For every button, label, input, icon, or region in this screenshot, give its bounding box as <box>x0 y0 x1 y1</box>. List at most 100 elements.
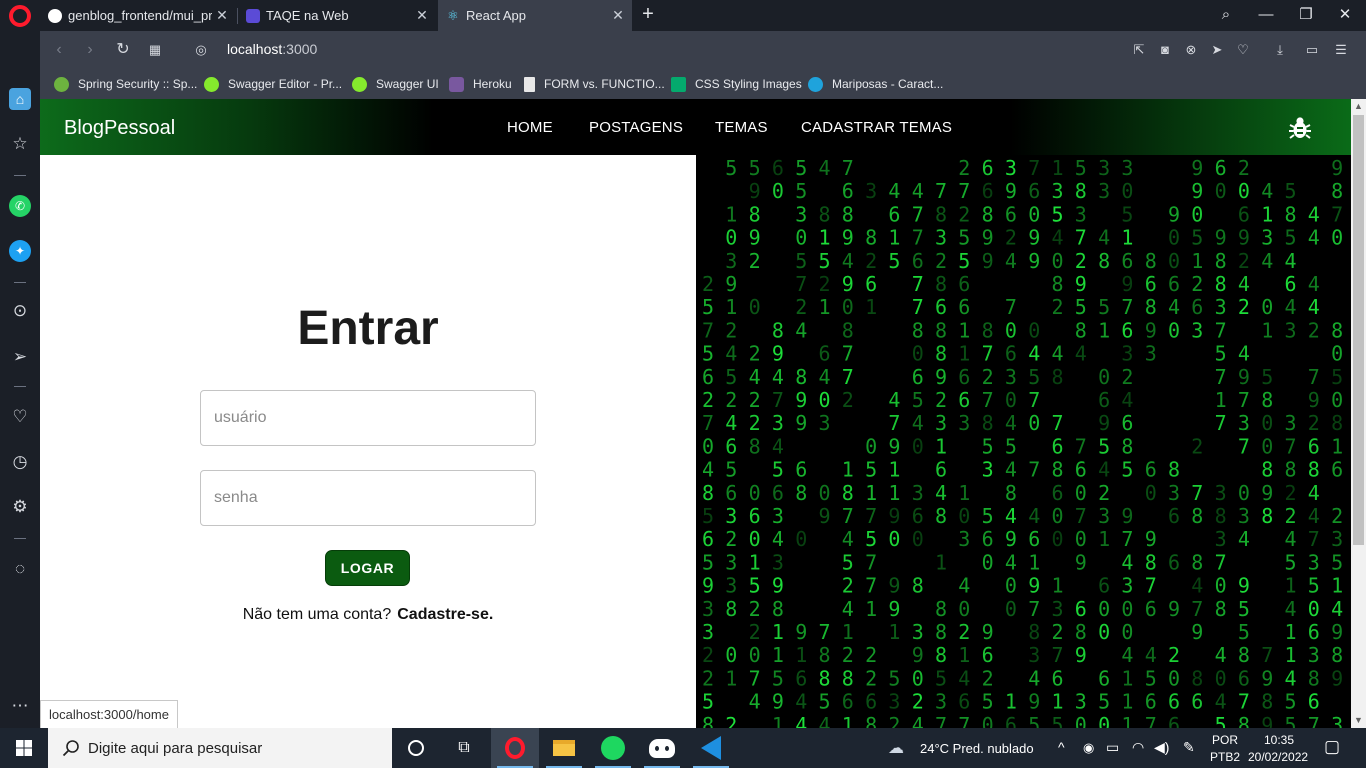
battery-icon[interactable]: ▭ <box>1106 739 1119 756</box>
svg-text:0: 0 <box>795 226 807 250</box>
svg-text:1: 1 <box>935 550 947 574</box>
bookmark-swagger-editor[interactable]: Swagger Editor - Pr... <box>204 75 342 93</box>
svg-text:4: 4 <box>935 481 947 505</box>
svg-text:0: 0 <box>819 481 831 505</box>
svg-text:9: 9 <box>1168 202 1180 226</box>
close-tab-icon[interactable]: ✕ <box>212 7 232 24</box>
tips-lightbulb-icon[interactable]: ◌ <box>9 558 31 580</box>
nav-postagens[interactable]: POSTAGENS <box>589 119 683 136</box>
task-view-icon[interactable]: ⧉ <box>440 728 488 768</box>
new-tab-button[interactable]: + <box>638 3 658 27</box>
player-icon[interactable]: ⊙ <box>9 300 31 322</box>
pen-workspace-icon[interactable]: ✎ <box>1183 739 1195 756</box>
site-info-globe-icon[interactable]: ◎ <box>190 39 212 61</box>
bookmark-spring-security[interactable]: Spring Security :: Sp... <box>54 75 197 93</box>
show-hidden-icons-chevron-icon[interactable]: ^ <box>1058 739 1065 755</box>
meet-now-icon[interactable]: ◉ <box>1083 740 1094 756</box>
download-icon[interactable]: ⤓ <box>1271 41 1289 59</box>
opera-logo-icon[interactable] <box>9 5 31 27</box>
signup-link[interactable]: Cadastre-se. <box>397 606 493 623</box>
scroll-thumb[interactable] <box>1353 115 1364 545</box>
svg-text:9: 9 <box>1098 411 1110 435</box>
twitter-icon[interactable]: ✦ <box>9 240 31 262</box>
close-tab-icon[interactable]: ✕ <box>412 7 432 24</box>
bookmark-css-styling-images[interactable]: CSS Styling Images <box>671 75 802 93</box>
whatsapp-icon[interactable]: ✆ <box>9 195 31 217</box>
scroll-down-arrow-icon[interactable]: ▼ <box>1351 713 1366 728</box>
weather-cloud-icon[interactable]: ☁ <box>888 738 904 758</box>
bookmark-heroku[interactable]: Heroku <box>449 75 512 93</box>
tab-react-app[interactable]: ⚛ React App ✕ <box>438 0 632 31</box>
volume-icon[interactable]: ◀) <box>1154 739 1169 756</box>
forward-button[interactable]: › <box>79 39 101 61</box>
svg-text:0: 0 <box>1168 249 1180 273</box>
taskbar-search[interactable]: Digite aqui para pesquisar <box>48 728 392 768</box>
nav-home[interactable]: HOME <box>507 119 553 136</box>
bug-icon[interactable] <box>1289 116 1311 140</box>
login-button[interactable]: LOGAR <box>325 550 410 586</box>
back-button[interactable]: ‹ <box>48 39 70 61</box>
notifications-icon[interactable]: ▢ <box>1324 737 1340 757</box>
username-input[interactable] <box>200 390 536 446</box>
restore-button[interactable]: ❐ <box>1293 4 1319 26</box>
discord-icon[interactable] <box>638 728 686 768</box>
send-icon[interactable]: ➤ <box>1208 41 1226 59</box>
taskbar-opera-icon[interactable] <box>491 728 539 768</box>
share-icon[interactable]: ⇱ <box>1130 41 1148 59</box>
tab-taqe[interactable]: TAQE na Web ✕ <box>238 0 436 31</box>
weather-text[interactable]: 24°C Pred. nublado <box>920 741 1034 756</box>
battery-saver-icon[interactable]: ▭ <box>1303 41 1321 59</box>
tabs-grid-icon[interactable]: ▦ <box>144 39 166 61</box>
scroll-up-arrow-icon[interactable]: ▲ <box>1351 99 1366 114</box>
history-clock-icon[interactable]: ◷ <box>9 451 31 473</box>
svg-text:5: 5 <box>1098 434 1110 458</box>
easy-setup-menu-icon[interactable]: ☰ <box>1332 41 1350 59</box>
svg-text:9: 9 <box>749 179 761 203</box>
close-tab-icon[interactable]: ✕ <box>608 7 628 24</box>
password-input[interactable] <box>200 470 536 526</box>
svg-text:4: 4 <box>1005 249 1017 273</box>
bookmark-form-vs-function[interactable]: FORM vs. FUNCTIO... <box>524 75 665 93</box>
windows-start-icon[interactable] <box>0 728 48 768</box>
page-scrollbar[interactable]: ▲ ▼ <box>1351 99 1366 728</box>
svg-text:4: 4 <box>842 249 854 273</box>
tab-search-icon[interactable]: ⌕ <box>1213 4 1239 26</box>
svg-text:5: 5 <box>1285 713 1297 728</box>
more-options-icon[interactable]: ⋯ <box>9 695 31 717</box>
close-window-button[interactable]: ✕ <box>1332 4 1358 26</box>
brand-logo[interactable]: BlogPessoal <box>64 117 175 140</box>
svg-text:8: 8 <box>1261 388 1273 412</box>
nav-cadastrar-temas[interactable]: CADASTRAR TEMAS <box>801 119 952 136</box>
tab-genblog[interactable]: genblog_frontend/mui_pri ✕ <box>40 0 236 31</box>
svg-text:5: 5 <box>702 295 714 319</box>
nav-temas[interactable]: TEMAS <box>715 119 768 136</box>
svg-text:4: 4 <box>1075 342 1087 366</box>
language-top[interactable]: POR <box>1212 733 1238 747</box>
speed-dial-home-icon[interactable]: ⌂ <box>9 88 31 110</box>
svg-text:8: 8 <box>1331 318 1343 342</box>
bookmarks-icon[interactable]: ☆ <box>9 133 31 155</box>
svg-text:1: 1 <box>1005 690 1017 714</box>
settings-gear-icon[interactable]: ⚙ <box>9 496 31 518</box>
wifi-icon[interactable]: ◠ <box>1132 739 1144 756</box>
minimize-button[interactable]: — <box>1253 4 1279 26</box>
svg-text:0: 0 <box>1028 318 1040 342</box>
language-bottom[interactable]: PTB2 <box>1210 750 1240 764</box>
favorite-heart-icon[interactable]: ♡ <box>1234 41 1252 59</box>
svg-text:5: 5 <box>1238 620 1250 644</box>
flow-send-icon[interactable]: ➢ <box>9 346 31 368</box>
adblock-icon[interactable]: ⊗ <box>1182 41 1200 59</box>
bookmark-mariposas[interactable]: Mariposas - Caract... <box>808 75 943 93</box>
clock-time[interactable]: 10:35 <box>1264 733 1294 747</box>
file-explorer-icon[interactable] <box>540 728 588 768</box>
spotify-icon[interactable] <box>589 728 637 768</box>
bookmark-swagger-ui[interactable]: Swagger UI <box>352 75 439 93</box>
pinboard-heart-icon[interactable]: ♡ <box>9 406 31 428</box>
svg-text:0: 0 <box>982 713 994 728</box>
snapshot-camera-icon[interactable]: ◙ <box>1156 41 1174 59</box>
vscode-icon[interactable] <box>687 728 735 768</box>
url-field[interactable]: localhost:3000 <box>227 41 317 57</box>
reload-button[interactable]: ↻ <box>112 39 134 61</box>
clock-date[interactable]: 20/02/2022 <box>1248 750 1308 764</box>
cortana-icon[interactable] <box>392 728 440 768</box>
